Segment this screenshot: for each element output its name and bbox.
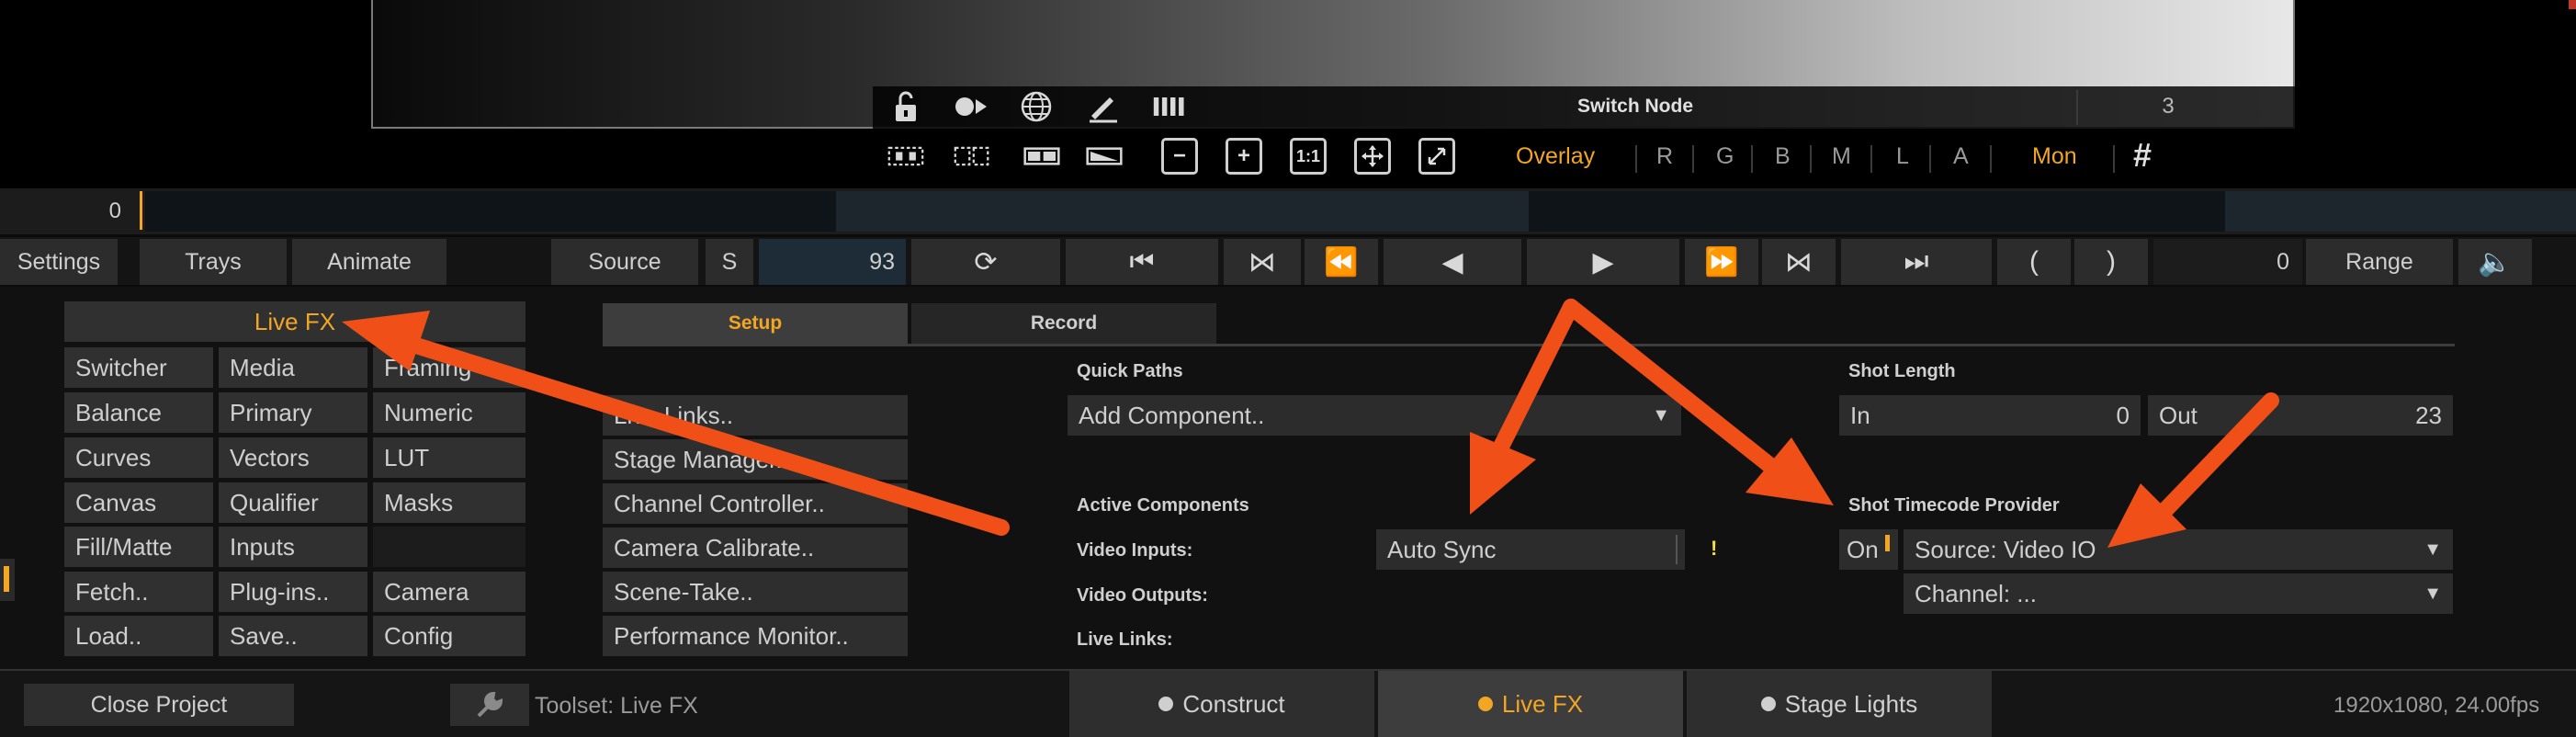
arrow-to-timecode	[1563, 299, 1778, 473]
arrow-to-source	[2156, 392, 2279, 519]
arrow-to-auto-sync	[1489, 299, 1579, 462]
arrow-to-live-fx	[396, 334, 1010, 536]
annotation-arrows	[342, 299, 2279, 548]
arrowhead	[342, 311, 430, 371]
